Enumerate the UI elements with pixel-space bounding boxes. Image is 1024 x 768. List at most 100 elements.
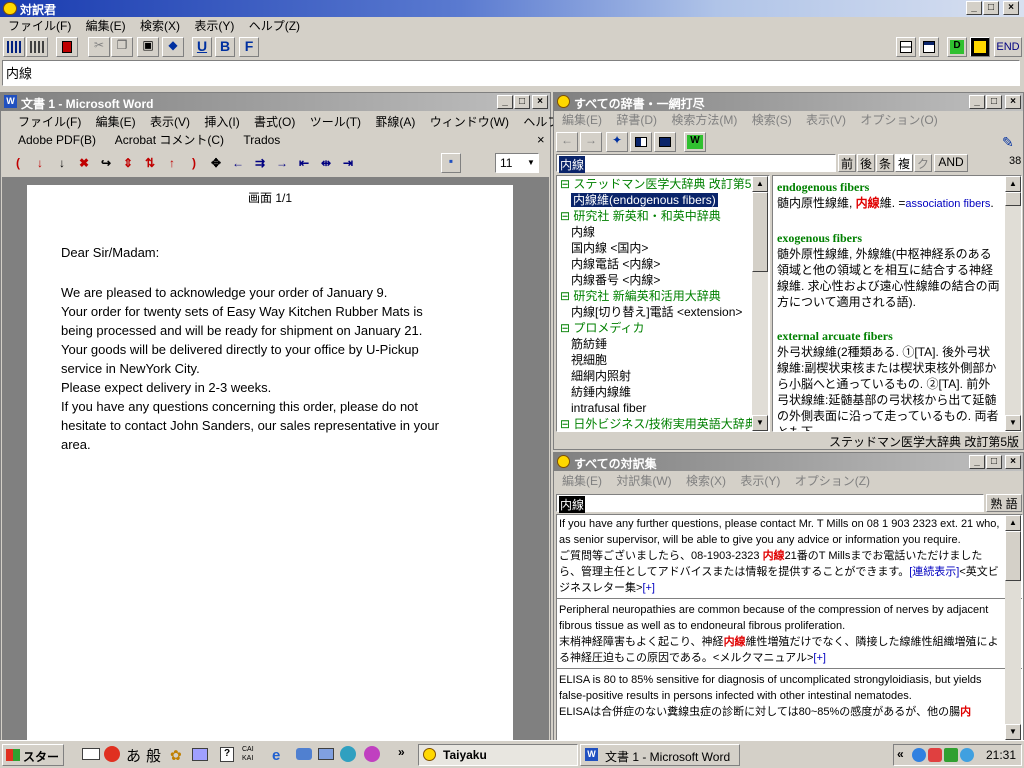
trados-updown-icon[interactable]: ⇕ — [117, 153, 139, 173]
taiyaku-minimize-button[interactable]: _ — [969, 455, 985, 469]
dict-tree-item[interactable]: 国内線 <国内> — [557, 240, 769, 256]
taiyaku-menu-search[interactable]: 検索(X) — [686, 474, 726, 488]
word-menu-tools[interactable]: ツール(T) — [310, 115, 361, 129]
tool-book-button[interactable] — [56, 37, 78, 57]
continuous-view-link[interactable]: [連続表示] — [909, 566, 959, 578]
quicklaunch-icon-1[interactable] — [296, 748, 312, 760]
tool-cut-button[interactable]: ✂ — [88, 37, 110, 57]
dict-group[interactable]: ⊟ 研究社 新英和・和英中辞典 — [557, 208, 769, 224]
mode-and-button[interactable]: AND — [934, 154, 968, 172]
dict-menu-dictionary[interactable]: 辞書(D) — [616, 113, 657, 127]
keyboard-icon[interactable] — [82, 748, 100, 760]
ime-icon[interactable] — [104, 746, 120, 762]
task-word[interactable]: W 文書 1 - Microsoft Word — [580, 744, 740, 766]
trados-seg-right-icon[interactable]: ⇥ — [337, 153, 359, 173]
word-close-button[interactable]: × — [532, 95, 548, 109]
dict-tree-item[interactable]: 視細胞 — [557, 352, 769, 368]
ime-dictionary[interactable]: 般 — [146, 745, 161, 766]
start-button[interactable]: スタート — [2, 744, 64, 768]
trados-right-icon[interactable]: → — [271, 153, 293, 173]
dict-close-button[interactable]: × — [1005, 95, 1021, 109]
ime-mode[interactable]: あ — [126, 745, 141, 766]
trados-close-icon[interactable]: ) — [183, 153, 205, 173]
mode-compound-button[interactable]: 複 — [895, 154, 913, 172]
dict-minimize-button[interactable]: _ — [969, 95, 985, 109]
idiom-button[interactable]: 熟 語 — [986, 494, 1022, 512]
scroll-up-icon[interactable]: ▲ — [1005, 176, 1021, 192]
expand-link[interactable]: [+] — [813, 652, 826, 664]
underline-button[interactable]: U — [192, 37, 212, 57]
dict-group[interactable]: ⊟ ステッドマン医学大辞典 改訂第5版 — [557, 176, 769, 192]
mode-prefix-button[interactable]: 前 — [838, 154, 856, 172]
word-menu-table[interactable]: 罫線(A) — [375, 115, 415, 129]
taiyaku-menu-options[interactable]: オプション(Z) — [795, 474, 870, 488]
word-menu-window[interactable]: ウィンドウ(W) — [430, 115, 509, 129]
trados-seg-left-icon[interactable]: ⇤ — [293, 153, 315, 173]
menu-edit[interactable]: 編集(E) — [86, 19, 126, 33]
dict-menu-options[interactable]: オプション(O) — [860, 113, 937, 127]
dict-tree-item[interactable]: 細網内照射 — [557, 368, 769, 384]
app-search-field[interactable]: 内線 — [2, 60, 1020, 86]
tool-grid-button[interactable] — [3, 37, 25, 57]
taiyaku-maximize-button[interactable]: □ — [986, 455, 1002, 469]
dict-tree-item[interactable]: 内線電話 <内線> — [557, 256, 769, 272]
dict-menu-method[interactable]: 検索方法(M) — [671, 113, 737, 127]
dict-def-scrollbar[interactable]: ▲ ▼ — [1005, 176, 1021, 431]
layout-h-button[interactable] — [896, 37, 916, 57]
word-maximize-button[interactable]: □ — [514, 95, 530, 109]
dict-tree-item[interactable]: 内線番号 <内線> — [557, 272, 769, 288]
word-minimize-button[interactable]: _ — [497, 95, 513, 109]
dict-tree-item[interactable]: 内線[切り替え]電話 <extension> — [557, 304, 769, 320]
dict-menu-view[interactable]: 表示(V) — [806, 113, 846, 127]
scroll-down-icon[interactable]: ▼ — [1005, 415, 1021, 431]
dict-group[interactable]: ⊟ プロメディカ — [557, 320, 769, 336]
ime-tool-icon[interactable]: ✿ — [170, 747, 182, 764]
trados-move-icon[interactable]: ✥ — [205, 153, 227, 173]
tray-expand-icon[interactable]: « — [897, 747, 904, 761]
trados-up-icon[interactable]: ↑ — [161, 153, 183, 173]
dict-view1-button[interactable] — [630, 132, 652, 152]
ime-box-icon[interactable] — [192, 748, 208, 761]
ime-help-icon[interactable]: ? — [220, 747, 234, 762]
dict-w-button[interactable]: W — [684, 132, 706, 152]
word-page[interactable]: 画面 1/1 Dear Sir/Madam: We are pleased to… — [27, 185, 513, 745]
task-taiyaku[interactable]: Taiyaku — [418, 744, 578, 766]
cai-kai-label[interactable]: CAI KAI — [242, 745, 260, 763]
scroll-thumb[interactable] — [1005, 531, 1021, 581]
menu-file[interactable]: ファイル(F) — [8, 19, 71, 33]
trados-merge-icon[interactable]: ⇉ — [249, 153, 271, 173]
tray-network-icon[interactable] — [928, 748, 942, 762]
mode-suffix-button[interactable]: 後 — [857, 154, 875, 172]
chevron-down-icon[interactable]: ▼ — [525, 155, 537, 171]
dict-tree-item[interactable]: 筋紡錘 — [557, 336, 769, 352]
trados-undo-icon[interactable]: ↪ — [95, 153, 117, 173]
trados-down-icon[interactable]: ↓ — [29, 153, 51, 173]
acrobat-comment-menu[interactable]: Acrobat コメント(C) — [115, 133, 224, 147]
tool-copy-button[interactable]: ❐ — [111, 37, 133, 57]
scroll-up-icon[interactable]: ▲ — [1005, 515, 1021, 531]
dict-globe-button[interactable]: ✦ — [606, 132, 628, 152]
tool-people-button[interactable] — [26, 37, 48, 57]
dict-query-field[interactable]: 内線 — [556, 154, 836, 173]
quicklaunch-icon-2[interactable] — [318, 748, 334, 760]
word-menu-format[interactable]: 書式(O) — [254, 115, 295, 129]
trados-down2-icon[interactable]: ↓ — [51, 153, 73, 173]
trados-menu[interactable]: Trados — [243, 133, 280, 147]
more-icon[interactable]: » — [398, 745, 405, 759]
menu-help[interactable]: ヘルプ(Z) — [249, 19, 300, 33]
tool-paste-button[interactable]: ▣ — [137, 37, 159, 57]
font-button[interactable]: F — [239, 37, 259, 57]
tool-erase-button[interactable]: ◆ — [162, 37, 184, 57]
close-button[interactable]: × — [1003, 1, 1019, 15]
dict-tree-item[interactable]: 紡錘内線維 — [557, 384, 769, 400]
expand-link[interactable]: [+] — [642, 582, 655, 594]
trados-seg-join-icon[interactable]: ⇹ — [315, 153, 337, 173]
quicklaunch-icon-3[interactable] — [340, 746, 356, 762]
word-menu-insert[interactable]: 挿入(I) — [204, 115, 239, 129]
mode-condition-button[interactable]: 条 — [876, 154, 894, 172]
trados-swap-icon[interactable]: ⇅ — [139, 153, 161, 173]
trados-left-icon[interactable]: ← — [227, 153, 249, 173]
dict-tree-scrollbar[interactable]: ▲ ▼ — [752, 176, 768, 431]
dict-group[interactable]: ⊟ 研究社 新編英和活用大辞典 — [557, 288, 769, 304]
scroll-thumb[interactable] — [752, 192, 768, 272]
